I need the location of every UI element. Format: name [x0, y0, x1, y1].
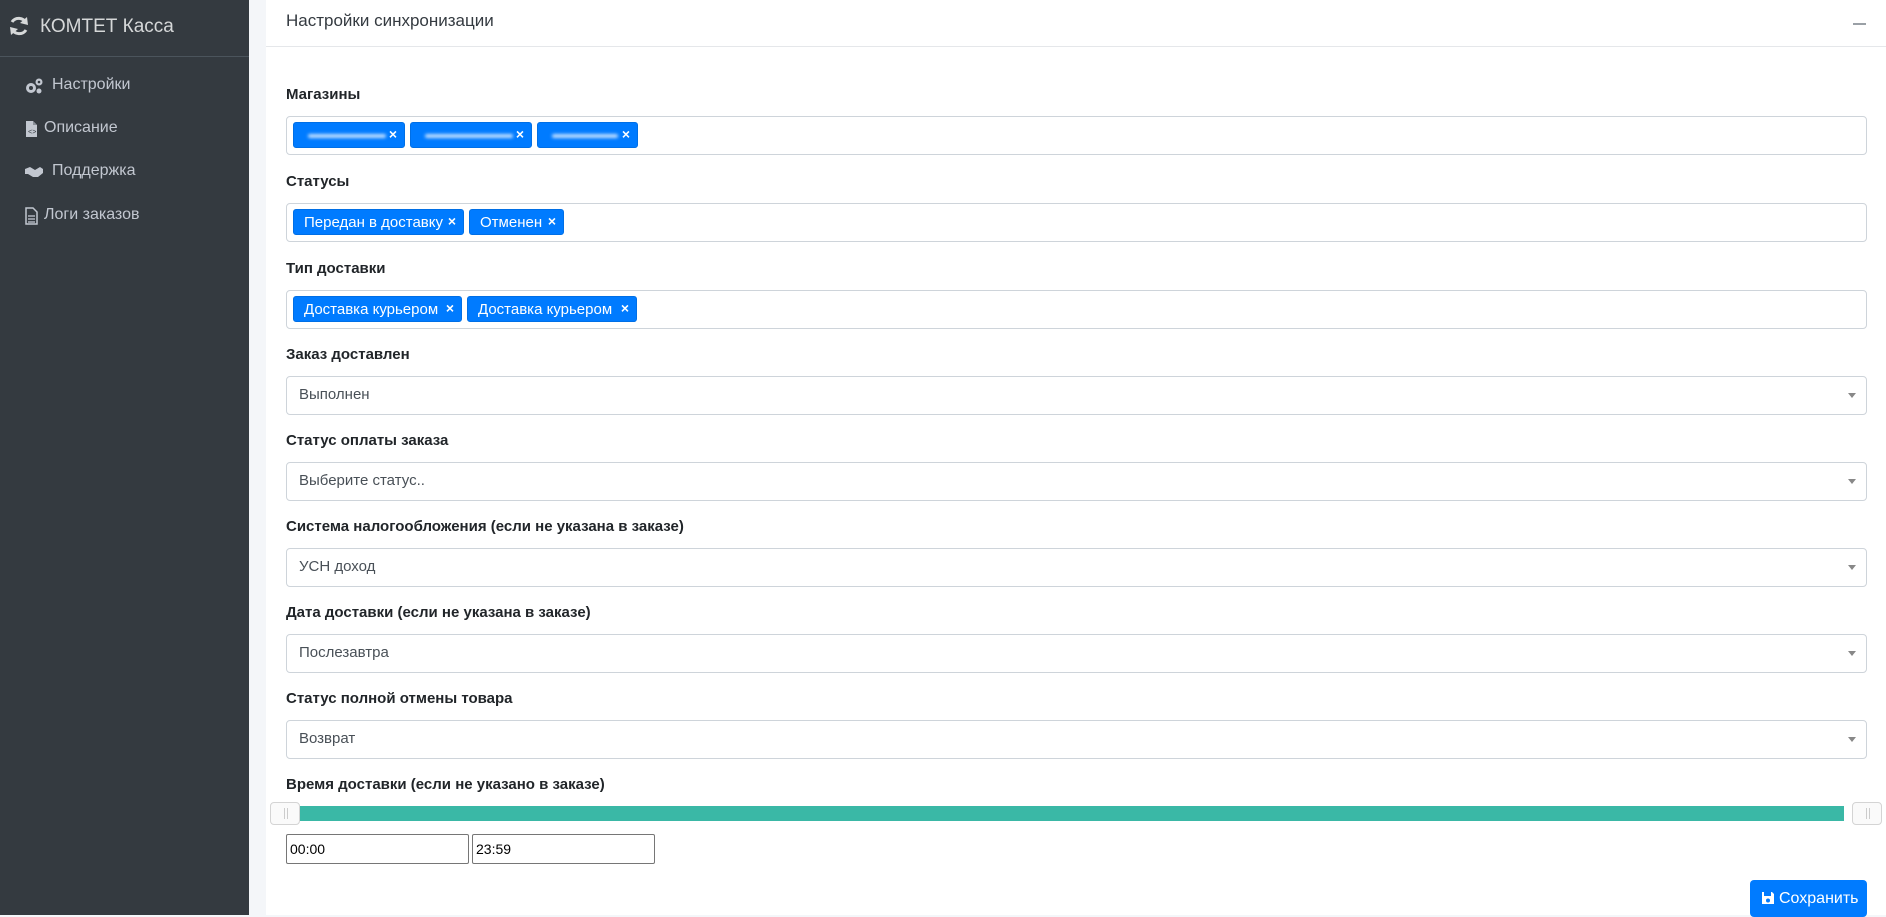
time-to-input[interactable]	[472, 834, 655, 864]
cogs-icon	[26, 78, 43, 94]
shop-tag: ×	[293, 122, 405, 148]
order-delivered-select[interactable]: Выполнен	[286, 376, 1867, 415]
statuses-select[interactable]: Передан в доставку × Отменен ×	[286, 203, 1867, 242]
range-start-handle[interactable]	[270, 802, 300, 825]
full-cancel-status-select[interactable]: Возврат	[286, 720, 1867, 759]
chevron-down-icon	[1848, 393, 1856, 398]
delivery-type-tag-text: Доставка курьером	[478, 301, 613, 318]
statuses-label: Статусы	[286, 173, 350, 190]
file-text-icon	[25, 207, 38, 225]
order-delivered-value: Выполнен	[299, 386, 370, 403]
delivery-date-select[interactable]: Послезавтра	[286, 634, 1867, 673]
remove-tag-icon[interactable]: ×	[622, 126, 630, 142]
grip-line	[284, 808, 285, 819]
status-tag-text: Передан в доставку	[304, 214, 443, 231]
delivery-type-select[interactable]: Доставка курьером × Доставка курьером ×	[286, 290, 1867, 329]
status-tag: Передан в доставку ×	[293, 209, 464, 235]
chevron-down-icon	[1848, 565, 1856, 570]
sidebar-item-settings[interactable]: Настройки	[0, 66, 249, 104]
remove-tag-icon[interactable]: ×	[446, 300, 454, 316]
delivery-date-label: Дата доставки (если не указана в заказе)	[286, 604, 591, 621]
shops-select[interactable]: × × ×	[286, 116, 1867, 155]
sidebar-item-label: Поддержка	[52, 162, 136, 179]
tax-system-value: УСН доход	[299, 558, 376, 575]
shop-tag: ×	[537, 122, 638, 148]
svg-text:<>: <>	[28, 129, 36, 137]
remove-tag-icon[interactable]: ×	[516, 126, 524, 142]
remove-tag-icon[interactable]: ×	[448, 213, 456, 229]
sync-settings-card: Настройки синхронизации Магазины × × × С…	[266, 0, 1886, 917]
shop-tag-text	[425, 134, 513, 138]
full-cancel-status-label: Статус полной отмены товара	[286, 690, 513, 707]
card-header: Настройки синхронизации	[266, 0, 1886, 47]
sidebar-item-support[interactable]: Поддержка	[0, 152, 249, 190]
status-tag-text: Отменен	[480, 214, 543, 231]
tax-system-select[interactable]: УСН доход	[286, 548, 1867, 587]
brand[interactable]: КОМТЕТ Касса	[0, 0, 249, 57]
chevron-down-icon	[1848, 479, 1856, 484]
save-icon	[1762, 892, 1774, 904]
shop-tag-text	[552, 134, 618, 138]
shop-tag-text	[308, 134, 386, 138]
app-title: КОМТЕТ Касса	[40, 16, 174, 37]
chevron-down-icon	[1848, 651, 1856, 656]
grip-line	[1869, 808, 1870, 819]
shop-tag: ×	[410, 122, 532, 148]
sidebar-item-label: Логи заказов	[44, 206, 140, 223]
tax-system-label: Система налогообложения (если не указана…	[286, 518, 684, 535]
shops-label: Магазины	[286, 86, 361, 103]
delivery-type-label: Тип доставки	[286, 260, 386, 277]
delivery-type-tag: Доставка курьером ×	[467, 296, 637, 322]
sidebar-item-label: Описание	[44, 119, 118, 136]
time-from-input[interactable]	[286, 834, 469, 864]
file-code-icon: <>	[26, 121, 37, 137]
sidebar-item-description[interactable]: <> Описание	[0, 109, 249, 147]
payment-status-select[interactable]: Выберите статус..	[286, 462, 1867, 501]
sidebar: КОМТЕТ Касса Настройки <> Описание Подде…	[0, 0, 249, 915]
delivery-time-range-bar[interactable]	[272, 806, 1844, 821]
grip-line	[287, 808, 288, 819]
remove-tag-icon[interactable]: ×	[389, 126, 397, 142]
full-cancel-status-value: Возврат	[299, 730, 356, 747]
status-tag: Отменен ×	[469, 209, 564, 235]
chevron-down-icon	[1848, 737, 1856, 742]
delivery-type-tag: Доставка курьером ×	[293, 296, 462, 322]
sidebar-item-order-logs[interactable]: Логи заказов	[0, 196, 249, 234]
delivery-time-label: Время доставки (если не указано в заказе…	[286, 776, 605, 793]
save-button[interactable]: Сохранить	[1750, 880, 1867, 917]
gutter	[249, 0, 266, 915]
sidebar-item-label: Настройки	[52, 76, 131, 93]
remove-tag-icon[interactable]: ×	[621, 300, 629, 316]
range-end-handle[interactable]	[1852, 802, 1882, 825]
delivery-date-value: Послезавтра	[299, 644, 389, 661]
order-delivered-label: Заказ доставлен	[286, 346, 410, 363]
handshake-icon	[25, 167, 43, 177]
collapse-button[interactable]	[1853, 23, 1866, 25]
grip-line	[1866, 808, 1867, 819]
save-button-label: Сохранить	[1779, 890, 1859, 907]
remove-tag-icon[interactable]: ×	[548, 213, 556, 229]
sync-icon	[10, 16, 28, 36]
payment-status-value: Выберите статус..	[299, 472, 425, 489]
card-title: Настройки синхронизации	[286, 11, 494, 30]
payment-status-label: Статус оплаты заказа	[286, 432, 449, 449]
delivery-type-tag-text: Доставка курьером	[304, 301, 439, 318]
